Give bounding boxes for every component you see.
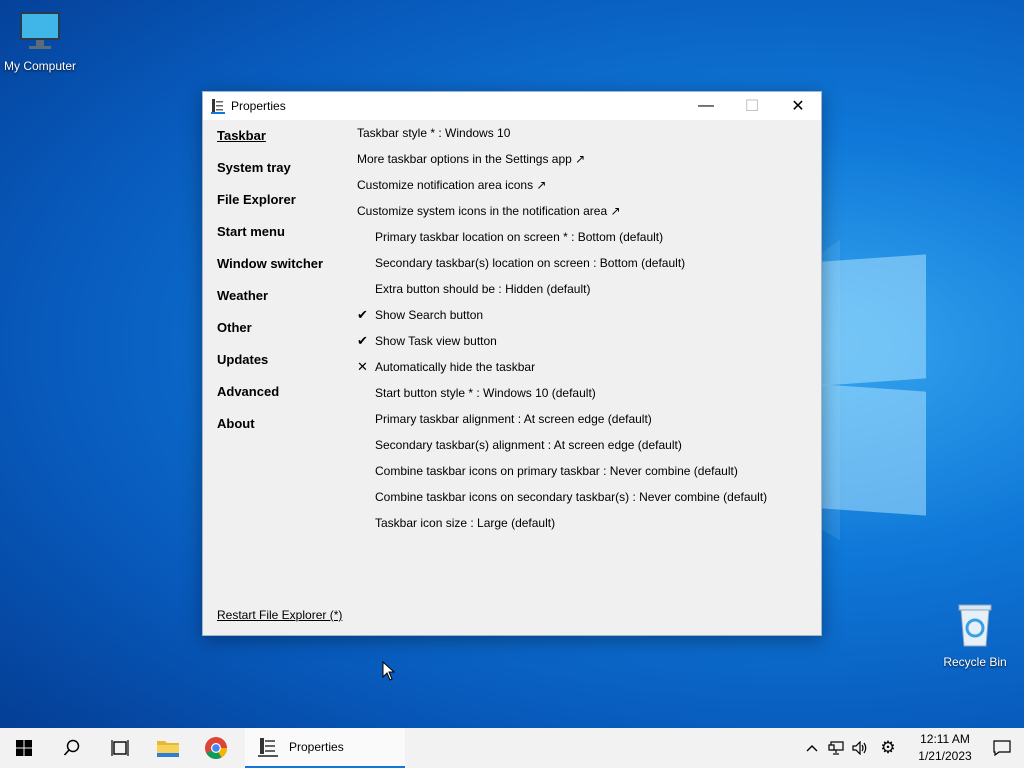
recycle-bin-icon [958, 604, 992, 647]
folder-icon [157, 741, 179, 757]
setting-extra-button[interactable]: Extra button should be : Hidden (default… [357, 280, 817, 306]
task-view-icon [111, 740, 129, 756]
sidebar-item-about[interactable]: About [217, 416, 347, 448]
maximize-button[interactable]: ☐ [729, 92, 775, 120]
sidebar-item-weather[interactable]: Weather [217, 288, 347, 320]
search-button[interactable] [48, 728, 96, 768]
setting-secondary-taskbar-alignment[interactable]: Secondary taskbar(s) alignment : At scre… [357, 436, 817, 462]
volume-button[interactable] [848, 728, 872, 768]
file-explorer-button[interactable] [144, 728, 192, 768]
sidebar-item-updates[interactable]: Updates [217, 352, 347, 384]
setting-primary-taskbar-location[interactable]: Primary taskbar location on screen * : B… [357, 228, 817, 254]
sidebar-item-other[interactable]: Other [217, 320, 347, 352]
show-hidden-icons-button[interactable] [800, 728, 824, 768]
link-more-taskbar-options[interactable]: More taskbar options in the Settings app… [357, 150, 817, 176]
settings-sidebar: Taskbar System tray File Explorer Start … [217, 128, 347, 448]
windows-logo-pane-bottom [822, 384, 926, 516]
setting-start-button-style[interactable]: Start button style * : Windows 10 (defau… [357, 384, 817, 410]
search-icon [63, 739, 80, 756]
setting-combine-primary-icons[interactable]: Combine taskbar icons on primary taskbar… [357, 462, 817, 488]
clock[interactable]: 12:11 AM 1/21/2023 [910, 731, 980, 765]
speaker-icon [852, 741, 867, 755]
gear-icon: ⚙ [880, 738, 896, 757]
link-customize-system-icons[interactable]: Customize system icons in the notificati… [357, 202, 817, 228]
app-icon [211, 99, 225, 114]
sidebar-item-taskbar[interactable]: Taskbar [217, 128, 347, 160]
chrome-button[interactable] [192, 728, 240, 768]
check-icon: ✔ [357, 333, 368, 348]
desktop-icon-label: My Computer [3, 59, 77, 73]
chevron-up-icon [806, 745, 818, 752]
network-button[interactable] [824, 728, 848, 768]
windows-logo-pane-top [822, 254, 926, 386]
mouse-cursor-icon [382, 661, 396, 681]
windows-start-icon [16, 740, 32, 756]
setting-secondary-taskbar-location[interactable]: Secondary taskbar(s) location on screen … [357, 254, 817, 280]
setting-show-search-button[interactable]: ✔ Show Search button [357, 306, 817, 332]
settings-list: Taskbar style * : Windows 10 More taskba… [357, 124, 817, 540]
sidebar-item-start-menu[interactable]: Start menu [217, 224, 347, 256]
chrome-icon [205, 737, 227, 759]
setting-show-task-view-button[interactable]: ✔ Show Task view button [357, 332, 817, 358]
system-tray: ⚙ 12:11 AM 1/21/2023 [800, 728, 1024, 768]
desktop-icon-recycle-bin[interactable]: Recycle Bin [935, 602, 1015, 669]
task-view-button[interactable] [96, 728, 144, 768]
window-title: Properties [231, 99, 286, 113]
check-icon: ✔ [357, 307, 368, 322]
desktop-icon-my-computer[interactable]: My Computer [0, 10, 80, 73]
window-titlebar[interactable]: Properties — ☐ ✕ [203, 92, 821, 120]
setting-taskbar-style[interactable]: Taskbar style * : Windows 10 [357, 124, 817, 150]
setting-combine-secondary-icons[interactable]: Combine taskbar icons on secondary taskb… [357, 488, 817, 514]
clock-date: 1/21/2023 [918, 749, 972, 763]
setting-primary-taskbar-alignment[interactable]: Primary taskbar alignment : At screen ed… [357, 410, 817, 436]
sidebar-item-file-explorer[interactable]: File Explorer [217, 192, 347, 224]
start-button[interactable] [0, 728, 48, 768]
taskbar-app-label: Properties [289, 740, 344, 754]
taskbar: Properties ⚙ 12:11 AM 1/21/2023 [0, 728, 1024, 768]
sidebar-item-advanced[interactable]: Advanced [217, 384, 347, 416]
notification-icon [993, 740, 1011, 756]
cross-icon: ✕ [357, 359, 368, 374]
action-center-button[interactable] [980, 728, 1024, 768]
setting-taskbar-icon-size[interactable]: Taskbar icon size : Large (default) [357, 514, 817, 540]
sidebar-item-system-tray[interactable]: System tray [217, 160, 347, 192]
minimize-button[interactable]: — [683, 92, 729, 120]
taskbar-app-properties[interactable]: Properties [245, 728, 405, 768]
desktop-icon-label: Recycle Bin [943, 655, 1007, 669]
sidebar-item-window-switcher[interactable]: Window switcher [217, 256, 347, 288]
clock-time: 12:11 AM [920, 732, 970, 746]
close-button[interactable]: ✕ [775, 92, 821, 120]
app-icon [258, 738, 278, 757]
settings-tray-button[interactable]: ⚙ [872, 728, 904, 768]
properties-window[interactable]: Properties — ☐ ✕ Taskbar System tray Fil… [202, 91, 822, 636]
setting-auto-hide-taskbar[interactable]: ✕ Automatically hide the taskbar [357, 358, 817, 384]
monitor-icon [20, 12, 60, 49]
link-customize-notification-icons[interactable]: Customize notification area icons ↗ [357, 176, 817, 202]
restart-file-explorer-link[interactable]: Restart File Explorer (*) [217, 608, 342, 622]
network-icon [828, 741, 844, 755]
